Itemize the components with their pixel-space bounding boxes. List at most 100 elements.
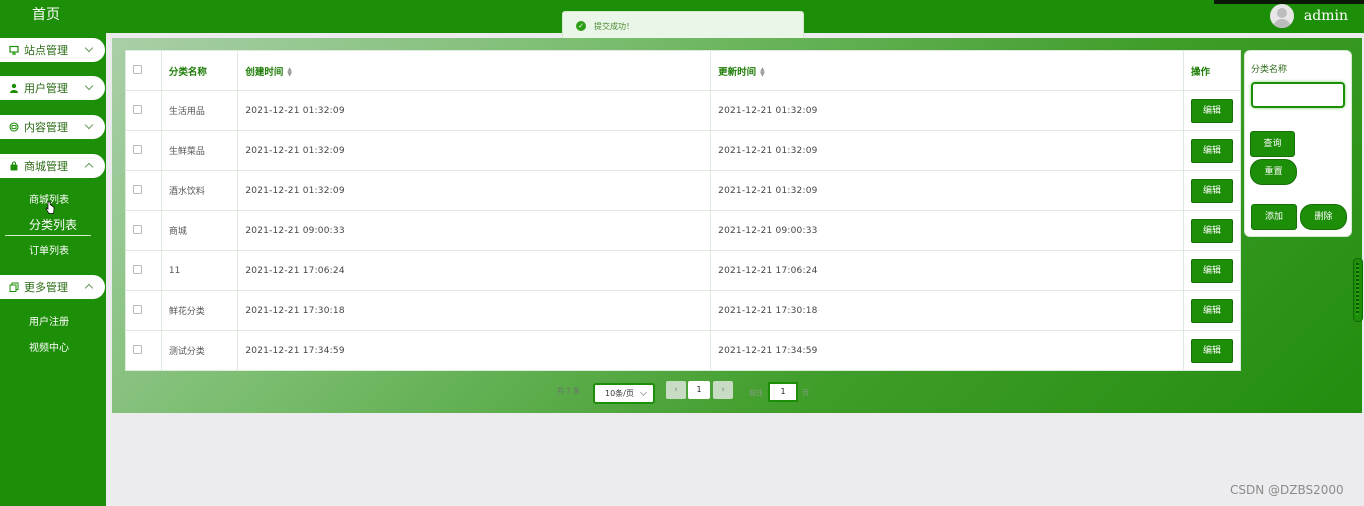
sidebar-group-label: 内容管理 [24,121,68,134]
reset-button[interactable]: 重置 [1250,159,1297,185]
sidebar-item-user-register[interactable]: 用户注册 [29,313,69,328]
sidebar-group-label: 商城管理 [24,160,68,173]
success-check-icon: ✓ [576,21,586,31]
page-size-select[interactable]: 10条/页 [593,383,655,404]
edit-button[interactable]: 编辑 [1191,178,1233,203]
username-label[interactable]: admin [1304,8,1348,24]
search-panel: 分类名称 查询 重置 添加 删除 [1244,50,1352,237]
cell-created: 2021-12-21 01:32:09 [237,170,712,211]
delete-button[interactable]: 删除 [1300,204,1347,230]
edit-button[interactable]: 编辑 [1191,138,1233,163]
cell-action: 编辑 [1183,130,1241,171]
cell-action: 编辑 [1183,290,1241,331]
cell-updated: 2021-12-21 01:32:09 [710,130,1184,171]
chevron-up-icon [84,283,94,293]
cell-updated: 2021-12-21 17:06:24 [710,250,1184,291]
row-checkbox[interactable] [133,304,142,314]
avatar[interactable] [1269,4,1294,28]
col-header-action: 操作 [1183,50,1241,91]
row-checkbox[interactable] [133,224,142,234]
cell-created: 2021-12-21 17:34:59 [237,330,712,371]
sidebar-group-mall[interactable]: 商城管理 [0,154,105,178]
col-header-updated-label: 更新时间 [718,66,757,78]
row-select-cell [125,210,162,251]
sidebar-item-order-list[interactable]: 订单列表 [29,242,69,257]
goto-suffix: 页 [802,389,809,397]
chevron-down-icon [84,81,94,91]
cell-name: 酒水饮料 [160,170,239,211]
col-header-name: 分类名称 [160,50,239,91]
prev-page-button[interactable]: ‹ [666,381,686,399]
hand-cursor-icon [45,201,55,214]
user-icon [9,83,19,93]
sidebar-group-site[interactable]: 站点管理 [0,38,105,62]
select-all-checkbox[interactable] [133,64,142,74]
watermark: CSDN @DZBS2000 [1230,483,1344,497]
category-table: 分类名称 创建时间 ▲ ▼ 更新时间 ▲ ▼ 操作 生活用品 2021-12-21 01… [125,50,1241,371]
next-page-button[interactable]: › [713,381,733,399]
page-size-value: 10条/页 [605,389,634,398]
query-button[interactable]: 查询 [1250,131,1295,157]
chevron-down-icon [639,388,648,397]
row-select-cell [125,250,162,291]
row-select-cell [125,330,162,371]
row-select-cell [125,130,162,171]
edit-button[interactable]: 编辑 [1191,98,1233,123]
add-button[interactable]: 添加 [1251,204,1297,230]
edit-button[interactable]: 编辑 [1191,218,1233,243]
table-row: 商城 2021-12-21 09:00:33 2021-12-21 09:00:… [125,210,1241,251]
row-checkbox[interactable] [133,104,142,114]
col-header-created-label: 创建时间 [245,66,284,78]
table-row: 11 2021-12-21 17:06:24 2021-12-21 17:06:… [125,250,1241,291]
active-item-underline [5,235,91,236]
content-icon [9,122,19,132]
row-checkbox[interactable] [133,184,142,194]
table-row: 生活用品 2021-12-21 01:32:09 2021-12-21 01:3… [125,90,1241,131]
cell-updated: 2021-12-21 01:32:09 [710,90,1184,131]
cell-action: 编辑 [1183,90,1241,131]
vertical-scrollbar[interactable] [1353,258,1363,322]
sidebar-brand-home[interactable]: 首页 [0,4,92,24]
search-field-label: 分类名称 [1251,65,1288,75]
table-row: 生鲜菜品 2021-12-21 01:32:09 2021-12-21 01:3… [125,130,1241,171]
cell-name: 11 [160,250,239,291]
table-row: 酒水饮料 2021-12-21 01:32:09 2021-12-21 01:3… [125,170,1241,211]
category-name-input[interactable] [1251,82,1345,108]
sort-icon[interactable]: ▲ ▼ [760,67,765,78]
col-header-updated[interactable]: 更新时间 ▲ ▼ [710,50,1184,91]
cell-name: 鲜花分类 [160,290,239,331]
monitor-icon [9,45,19,55]
cell-action: 编辑 [1183,210,1241,251]
sidebar: 首页 站点管理 用户管理 内容管理 商城管理 商城列表 分类列表 订单列表 更多… [0,0,106,506]
chevron-up-icon [84,162,94,172]
cell-name: 生鲜菜品 [160,130,239,171]
row-checkbox[interactable] [133,344,142,354]
cell-created: 2021-12-21 09:00:33 [237,210,712,251]
cell-updated: 2021-12-21 17:34:59 [710,330,1184,371]
sidebar-group-more[interactable]: 更多管理 [0,275,105,299]
sidebar-group-user[interactable]: 用户管理 [0,76,105,100]
cell-action: 编辑 [1183,250,1241,291]
edit-button[interactable]: 编辑 [1191,298,1233,323]
select-all-cell [125,50,162,91]
goto-page-input[interactable]: 1 [768,382,798,402]
col-header-created[interactable]: 创建时间 ▲ ▼ [237,50,712,91]
sidebar-item-video-center[interactable]: 视频中心 [29,339,69,354]
sort-icon[interactable]: ▲ ▼ [287,67,292,78]
row-checkbox[interactable] [133,144,142,154]
row-checkbox[interactable] [133,264,142,274]
bag-icon [9,161,19,171]
page-number-1[interactable]: 1 [688,381,710,399]
goto-label: 前往 [749,389,763,397]
cell-created: 2021-12-21 01:32:09 [237,90,712,131]
sidebar-group-content[interactable]: 内容管理 [0,115,105,139]
edit-button[interactable]: 编辑 [1191,258,1233,283]
pagination-total: 共 7 条 [557,387,580,395]
sidebar-item-category-list[interactable]: 分类列表 [29,216,77,233]
edit-button[interactable]: 编辑 [1191,338,1233,363]
user-menu[interactable]: admin [1269,2,1348,30]
copy-icon [9,282,19,292]
cell-name: 测试分类 [160,330,239,371]
sidebar-group-label: 站点管理 [24,44,68,57]
cell-name: 生活用品 [160,90,239,131]
